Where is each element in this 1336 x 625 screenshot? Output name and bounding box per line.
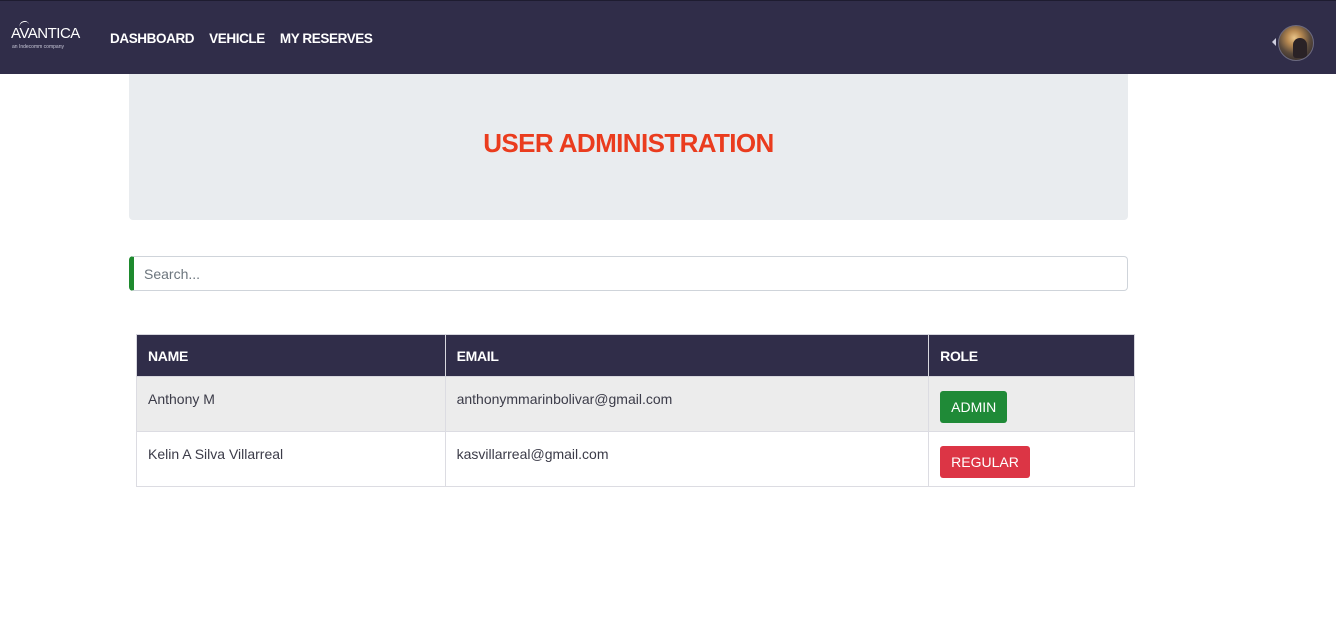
main-nav: DASHBOARD VEHICLE MY RESERVES	[110, 31, 373, 46]
top-navbar: AVANTICA an Indecomm company DASHBOARD V…	[0, 0, 1336, 74]
users-table: NAME EMAIL ROLE Anthony M anthonymmarinb…	[136, 334, 1135, 487]
search-container	[129, 256, 1128, 291]
user-role-cell: ADMIN	[928, 376, 1135, 432]
logo-text: AVANTICA	[11, 25, 80, 42]
user-email-cell: anthonymmarinbolivar@gmail.com	[444, 376, 930, 432]
user-email-cell: kasvillarreal@gmail.com	[444, 431, 930, 487]
nav-my-reserves[interactable]: MY RESERVES	[280, 31, 373, 46]
role-regular-button[interactable]: REGULAR	[940, 446, 1030, 478]
search-input[interactable]	[134, 257, 1127, 290]
column-header-email: EMAIL	[444, 334, 930, 377]
caret-left-icon	[1272, 38, 1276, 46]
table-header-row: NAME EMAIL ROLE	[136, 334, 1135, 377]
user-menu-toggle[interactable]	[1271, 25, 1316, 61]
user-name-cell: Anthony M	[136, 376, 446, 432]
column-header-name: NAME	[136, 334, 446, 377]
nav-dashboard[interactable]: DASHBOARD	[110, 31, 195, 46]
nav-vehicle[interactable]: VEHICLE	[209, 31, 265, 46]
avantica-logo[interactable]: AVANTICA an Indecomm company	[11, 19, 81, 53]
table-row: Kelin A Silva Villarreal kasvillarreal@g…	[136, 431, 1135, 487]
table-row: Anthony M anthonymmarinbolivar@gmail.com…	[136, 376, 1135, 432]
role-admin-button[interactable]: ADMIN	[940, 391, 1008, 423]
user-role-cell: REGULAR	[928, 431, 1135, 487]
page-header: USER ADMINISTRATION	[129, 74, 1128, 220]
avatar[interactable]	[1278, 25, 1314, 61]
page-title: USER ADMINISTRATION	[483, 128, 774, 158]
column-header-role: ROLE	[928, 334, 1135, 377]
logo-tagline: an Indecomm company	[12, 44, 64, 50]
user-name-cell: Kelin A Silva Villarreal	[136, 431, 446, 487]
